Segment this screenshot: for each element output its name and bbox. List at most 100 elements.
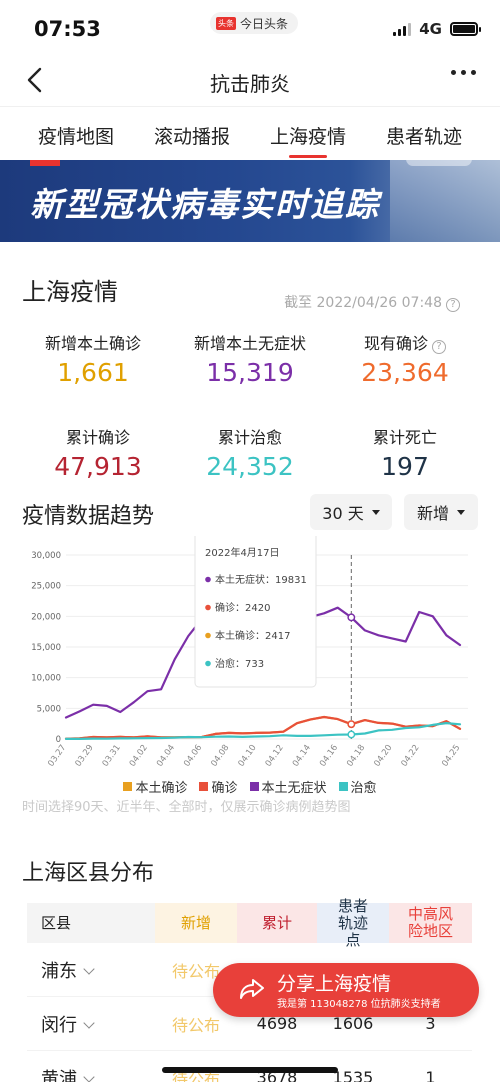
info-icon[interactable]: ?	[432, 340, 446, 354]
tab-patient-tracks[interactable]: 患者轨迹	[386, 107, 462, 160]
header-trace: 患者轨迹点	[317, 897, 389, 948]
stat-label: 累计治愈	[217, 428, 282, 447]
as-of-text: 截至 2022/04/26 07:48	[284, 295, 442, 311]
stat-new-local-confirmed: 新增本土确诊 1,661	[10, 330, 176, 387]
district-name-text: 闵行	[41, 1014, 77, 1036]
chevron-down-icon[interactable]	[83, 1016, 95, 1029]
legend-label: 本土确诊	[135, 781, 188, 796]
status-bar: 07:53 头条 今日头条 4G	[0, 0, 500, 58]
legend-item[interactable]: 本土确诊	[123, 777, 187, 796]
caret-down-icon	[457, 509, 465, 515]
chevron-down-icon[interactable]	[83, 1070, 95, 1082]
x-tick-label: 04.20	[372, 743, 394, 769]
district-new: 待公布	[171, 1015, 220, 1035]
x-tick-label: 04.04	[155, 743, 177, 769]
tab-live-updates[interactable]: 滚动播报	[154, 107, 230, 160]
stat-total-deaths: 累计死亡 197	[322, 424, 488, 481]
info-icon[interactable]: ?	[446, 298, 460, 312]
legend-label: 确诊	[211, 781, 238, 796]
share-icon	[240, 979, 264, 999]
tooltip-date: 2022年4月17日	[205, 546, 280, 559]
type-value: 新增	[416, 504, 449, 523]
tooltip-dot	[205, 632, 211, 639]
x-tick-label: 04.18	[345, 743, 367, 769]
table-header: 区县 新增 累计 患者轨迹点 中高风险地区	[27, 897, 472, 948]
range-dropdown[interactable]: 30 天	[310, 494, 392, 530]
banner-photo	[390, 160, 500, 242]
y-tick-label: 30,000	[31, 551, 61, 561]
x-tick-label: 04.10	[237, 743, 259, 769]
stat-value: 23,364	[361, 358, 449, 387]
app-logo-icon: 头条	[216, 16, 236, 30]
share-subtitle: 我是第 113048278 位抗肺炎支持者	[277, 999, 441, 1010]
stat-label: 累计确诊	[65, 428, 130, 447]
tab-bar: 疫情地图 滚动播报 上海疫情 患者轨迹	[0, 106, 500, 160]
chevron-down-icon[interactable]	[83, 962, 95, 975]
type-dropdown[interactable]: 新增	[404, 494, 478, 530]
stat-total-cured: 累计治愈 24,352	[167, 424, 333, 481]
stat-label: 新增本土无症状	[193, 334, 306, 353]
legend-item[interactable]: 确诊	[199, 777, 238, 796]
stat-value: 47,913	[54, 452, 142, 481]
y-tick-label: 5,000	[37, 704, 61, 714]
legend-label: 本土无症状	[261, 781, 327, 796]
banner-image: 新型冠状病毒实时追踪	[0, 160, 500, 242]
range-value: 30 天	[322, 504, 364, 523]
signal-icon	[393, 22, 412, 36]
header-risk: 中高风险地区	[389, 903, 472, 943]
banner-pill	[406, 160, 472, 166]
app-return-pill[interactable]: 头条 今日头条	[210, 12, 299, 34]
x-tick-label: 03.29	[73, 743, 95, 769]
district-risk: 1	[425, 1068, 436, 1082]
stat-total-confirmed: 累计确诊 47,913	[15, 424, 181, 481]
stat-label: 累计死亡	[372, 428, 437, 447]
app-name: 今日头条	[240, 16, 289, 31]
district-title: 上海区县分布	[22, 861, 155, 886]
stat-current-confirmed: 现有确诊? 23,364	[322, 330, 488, 387]
y-tick-label: 15,000	[31, 643, 61, 653]
x-tick-label: 04.14	[291, 743, 313, 769]
y-tick-label: 20,000	[31, 612, 61, 622]
share-button[interactable]: 分享上海疫情 我是第 113048278 位抗肺炎支持者	[213, 963, 479, 1017]
header-district: 区县	[27, 903, 155, 943]
as-of-time: 截至 2022/04/26 07:48?	[284, 292, 460, 312]
district-name-text: 黄浦	[41, 1068, 77, 1082]
stat-label: 新增本土确诊	[44, 334, 141, 353]
more-options-icon[interactable]	[451, 70, 476, 75]
page-title: 抗击肺炎	[210, 72, 290, 96]
network-type: 4G	[419, 20, 442, 38]
trend-chart[interactable]: 05,00010,00015,00020,00025,00030,00003.2…	[0, 536, 500, 776]
banner-title: 新型冠状病毒实时追踪	[30, 185, 380, 224]
stat-value: 197	[381, 452, 429, 481]
tooltip-row: 治愈：733	[215, 657, 264, 670]
tooltip-row: 确诊：2420	[215, 601, 270, 614]
legend-item[interactable]: 本土无症状	[249, 777, 327, 796]
legend-item[interactable]: 治愈	[338, 777, 377, 796]
x-tick-label: 04.06	[182, 743, 204, 769]
x-tick-label: 04.02	[128, 743, 150, 769]
status-indicators: 4G	[393, 20, 481, 38]
stat-label: 现有确诊?	[322, 330, 488, 354]
district-name: 闵行	[27, 1011, 155, 1037]
x-tick-label: 03.27	[46, 743, 68, 769]
chart-hint: 时间选择90天、近半年、全部时，仅展示确诊病例趋势图	[22, 800, 351, 815]
district-name-text: 浦东	[41, 960, 77, 982]
highlight-marker	[347, 730, 356, 739]
tooltip-dot	[205, 604, 211, 611]
tooltip-dot	[205, 660, 211, 667]
battery-icon	[450, 22, 481, 36]
header-total: 累计	[237, 903, 317, 943]
stat-value: 15,319	[206, 358, 294, 387]
x-tick-label: 04.16	[318, 743, 340, 769]
x-tick-label: 04.08	[209, 743, 231, 769]
tab-shanghai-epidemic[interactable]: 上海疫情	[270, 107, 346, 160]
caret-down-icon	[371, 509, 380, 515]
x-tick-label: 03.31	[101, 743, 123, 769]
tooltip-dot	[205, 576, 211, 583]
banner-accent	[30, 160, 60, 166]
tab-epidemic-map[interactable]: 疫情地图	[38, 107, 114, 160]
highlight-marker	[347, 613, 356, 622]
chart-legend: 本土确诊 确诊 本土无症状 治愈	[0, 777, 500, 796]
y-tick-label: 25,000	[31, 582, 61, 592]
x-tick-label: 04.22	[400, 743, 422, 769]
